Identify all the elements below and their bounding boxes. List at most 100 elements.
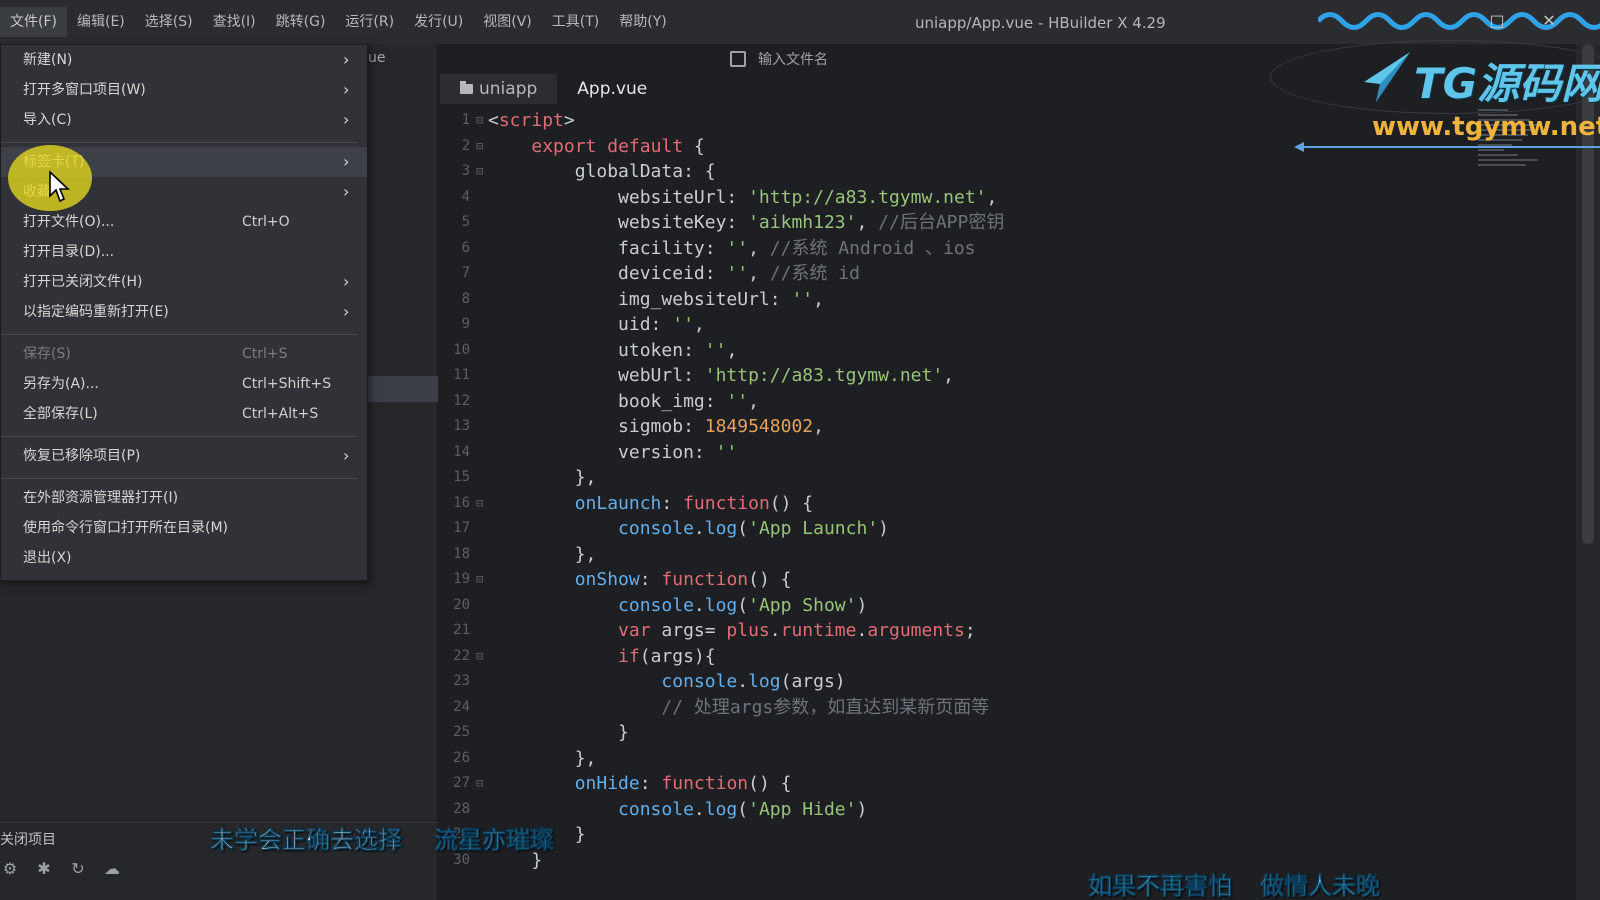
code-line[interactable]: 10 utoken: '', [440, 338, 1580, 363]
file-menu-item[interactable]: 打开已关闭文件(H) › [1, 267, 367, 297]
code-line[interactable]: 16 ⊟ onLaunch: function() { [440, 491, 1580, 516]
code-line[interactable]: 14 version: '' [440, 440, 1580, 465]
bug-icon[interactable]: ✱ [34, 859, 54, 879]
menu-view[interactable]: 视图(V) [473, 7, 542, 37]
file-menu-item[interactable]: 新建(N) › [1, 45, 367, 75]
code-line[interactable]: 15 }, [440, 465, 1580, 490]
file-menu-item-shortcut: Ctrl+Shift+S [242, 376, 332, 392]
code-line[interactable]: 28 console.log('App Hide') [440, 797, 1580, 822]
maximize-icon[interactable]: □ [1488, 12, 1506, 30]
line-number: 19 [453, 571, 470, 587]
code-line[interactable]: 24 // 处理args参数，如直达到某新页面等 [440, 695, 1580, 720]
close-project-button[interactable]: 关闭项目 [0, 829, 56, 849]
line-number: 23 [453, 673, 470, 689]
cloud-icon[interactable]: ☁ [102, 859, 122, 879]
code-line[interactable]: 29 } [440, 822, 1580, 847]
code-line[interactable]: 27 ⊟ onHide: function() { [440, 771, 1580, 796]
chevron-right-icon: › [343, 110, 350, 129]
menu-tools[interactable]: 工具(T) [542, 7, 609, 37]
file-search-bar[interactable]: 输入文件名 [730, 46, 828, 72]
file-search-input[interactable]: 输入文件名 [758, 49, 828, 69]
code-text: webUrl: 'http://a83.tgymw.net', [488, 365, 955, 386]
file-menu-item[interactable]: 打开多窗口项目(W) › [1, 75, 367, 105]
code-line[interactable]: 13 sigmob: 1849548002, [440, 414, 1580, 439]
fold-toggle-icon[interactable]: ⊟ [476, 108, 483, 133]
code-line[interactable]: 11 webUrl: 'http://a83.tgymw.net', [440, 363, 1580, 388]
file-menu-item-label: 全部保存(L) [23, 406, 98, 422]
code-text: uid: '', [488, 314, 705, 335]
close-icon[interactable]: ✕ [1540, 12, 1558, 30]
fold-toggle-icon[interactable]: ⊟ [476, 567, 483, 592]
code-text: var args= plus.runtime.arguments; [618, 620, 976, 641]
file-menu-item[interactable]: 另存为(A)... Ctrl+Shift+S [1, 369, 367, 399]
menu-select[interactable]: 选择(S) [135, 7, 203, 37]
settings-icon[interactable]: ⚙ [0, 859, 20, 879]
file-menu-item-label: 以指定编码重新打开(E) [23, 304, 169, 320]
line-number: 26 [453, 749, 470, 766]
code-text: console.log('App Launch') [618, 518, 889, 539]
chevron-right-icon: › [343, 80, 350, 99]
code-line[interactable]: 22 ⊟ if(args){ [440, 644, 1580, 669]
sidebar-tab-label[interactable]: ue [368, 50, 386, 66]
file-menu-item[interactable]: 全部保存(L) Ctrl+Alt+S [1, 399, 367, 429]
code-line[interactable]: 26 }, [440, 746, 1580, 771]
code-line[interactable]: 6 facility: '', //系统 Android 、ios [440, 236, 1580, 261]
fold-toggle-icon[interactable]: ⊟ [476, 491, 483, 516]
code-line[interactable]: 3 ⊟ globalData: { [440, 159, 1580, 184]
code-line[interactable]: 23 console.log(args) [440, 669, 1580, 694]
menu-goto[interactable]: 跳转(G) [266, 7, 336, 37]
fold-toggle-icon[interactable]: ⊟ [476, 134, 483, 159]
line-number: 3 [461, 163, 470, 179]
code-line[interactable]: 17 console.log('App Launch') [440, 516, 1580, 541]
code-line[interactable]: 18 }, [440, 542, 1580, 567]
folder-icon [460, 81, 473, 94]
file-menu-item[interactable]: 恢复已移除项目(P) › [1, 441, 367, 471]
menu-edit[interactable]: 编辑(E) [67, 7, 135, 37]
fold-toggle-icon[interactable]: ⊟ [476, 159, 483, 184]
tab-app-vue-label: App.vue [577, 79, 648, 99]
subtitle-left-2: 流星亦璀璨 [434, 826, 555, 855]
line-number: 21 [453, 622, 470, 638]
code-line[interactable]: 7 deviceid: '', //系统 id [440, 261, 1580, 286]
file-menu-item[interactable]: 以指定编码重新打开(E) › [1, 297, 367, 327]
file-menu-item[interactable]: 保存(S) Ctrl+S [1, 339, 367, 369]
code-line[interactable]: 5 websiteKey: 'aikmh123', //后台APP密钥 [440, 210, 1580, 235]
code-line[interactable]: 20 console.log('App Show') [440, 593, 1580, 618]
code-text: console.log(args) [661, 671, 846, 692]
line-number: 22 [453, 647, 470, 664]
tab-app-vue[interactable]: App.vue [557, 74, 668, 104]
file-menu-item[interactable]: 退出(X) [1, 543, 367, 573]
fold-toggle-icon[interactable]: ⊟ [476, 771, 483, 796]
menu-find[interactable]: 查找(I) [203, 7, 266, 37]
menu-run[interactable]: 运行(R) [335, 7, 404, 37]
refresh-icon[interactable]: ↻ [68, 859, 88, 879]
code-text: websiteUrl: 'http://a83.tgymw.net', [488, 186, 998, 208]
fold-toggle-icon[interactable]: ⊟ [476, 644, 483, 669]
code-line[interactable]: 8 img_websiteUrl: '', [440, 287, 1580, 312]
code-line[interactable]: 4 websiteUrl: 'http://a83.tgymw.net', [440, 185, 1580, 210]
line-number: 4 [461, 188, 470, 205]
menu-file[interactable]: 文件(F) [0, 7, 67, 37]
file-menu-item[interactable]: 打开目录(D)... [1, 237, 367, 267]
menu-help[interactable]: 帮助(Y) [609, 7, 676, 37]
code-text: version: '' [488, 441, 738, 463]
code-line[interactable]: 19 ⊟ onShow: function() { [440, 567, 1580, 592]
code-line[interactable]: 25 } [440, 720, 1580, 745]
file-menu-item[interactable]: 使用命令行窗口打开所在目录(M) [1, 513, 367, 543]
file-menu-item[interactable]: 导入(C) › [1, 105, 367, 135]
code-text: websiteKey: 'aikmh123', //后台APP密钥 [488, 212, 1005, 233]
code-line[interactable]: 12 book_img: '', [440, 389, 1580, 414]
menu-publish[interactable]: 发行(U) [404, 7, 473, 37]
tab-uniapp[interactable]: uniapp [440, 74, 558, 104]
code-line[interactable]: 21 var args= plus.runtime.arguments; [440, 618, 1580, 643]
line-number: 25 [453, 724, 470, 740]
sidebar-toolbar: ⚙ ✱ ↻ ☁ [0, 859, 122, 879]
tab-uniapp-label: uniapp [479, 79, 538, 99]
code-line[interactable]: 9 uid: '', [440, 312, 1580, 337]
file-menu-item[interactable]: 在外部资源管理器打开(I) [1, 483, 367, 513]
code-line[interactable]: 30 } [440, 848, 1580, 873]
file-menu-item[interactable]: 打开文件(O)... Ctrl+O [1, 207, 367, 237]
menu-separator [1, 436, 357, 437]
code-editor[interactable]: 1 ⊟ <script> 2 ⊟ export default {3 ⊟ globalDa… [440, 106, 1580, 896]
vertical-scrollbar[interactable] [1576, 44, 1600, 900]
